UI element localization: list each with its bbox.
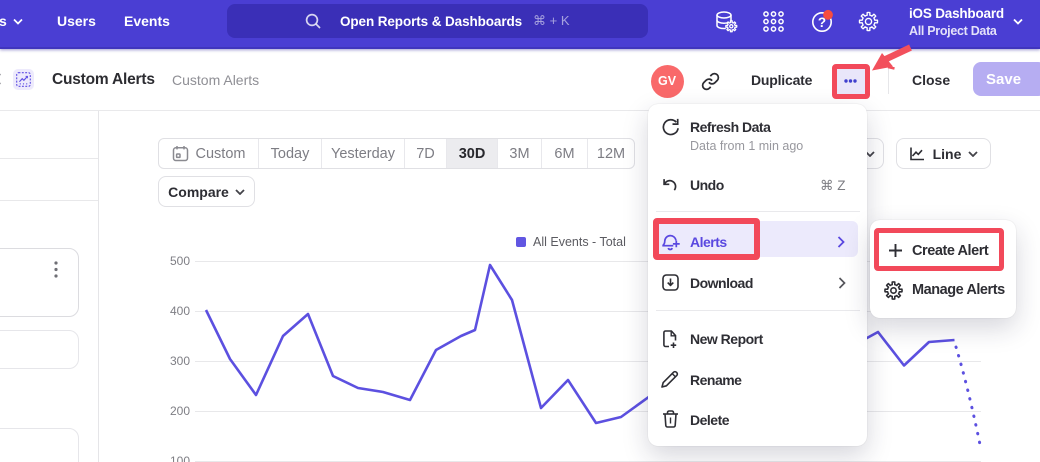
svg-text:400: 400 bbox=[170, 304, 190, 318]
svg-text:100: 100 bbox=[170, 454, 190, 462]
svg-text:200: 200 bbox=[170, 404, 190, 418]
svg-text:500: 500 bbox=[170, 254, 190, 268]
svg-text:300: 300 bbox=[170, 354, 190, 368]
